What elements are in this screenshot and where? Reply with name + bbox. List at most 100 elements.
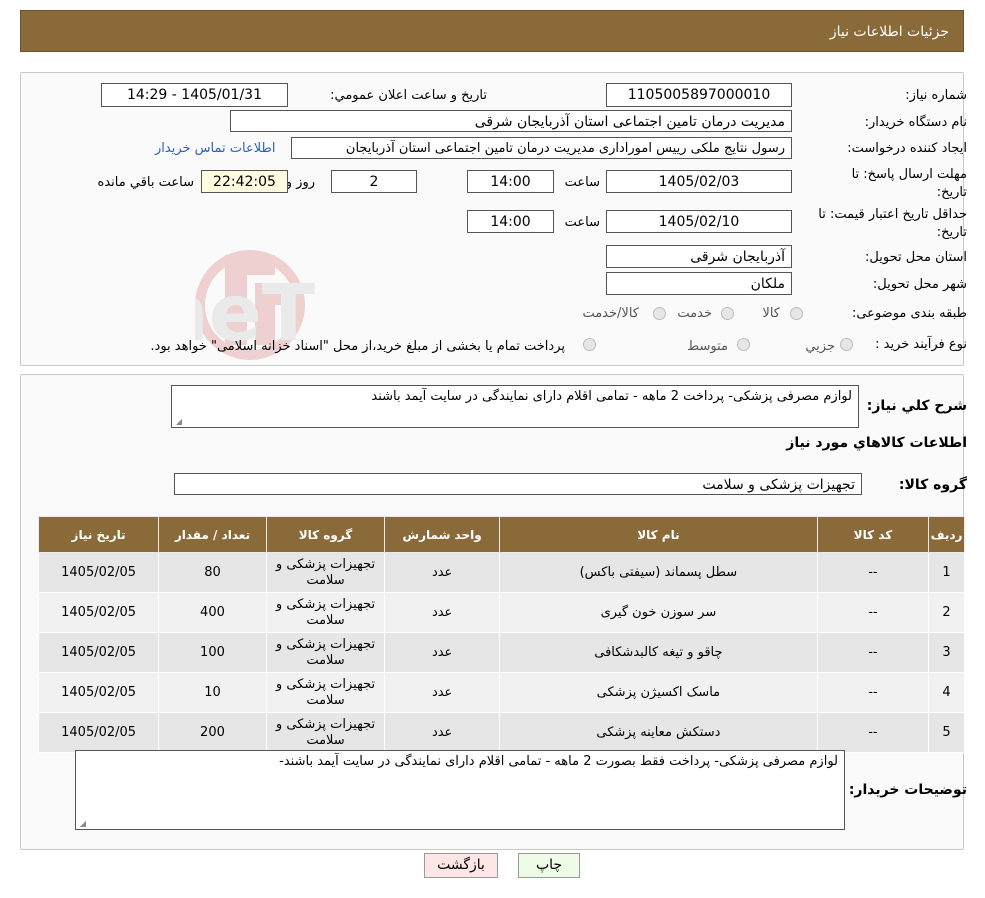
cell-code: -- — [816, 552, 930, 593]
cell-code: -- — [816, 592, 930, 633]
validity-date-field[interactable]: 1405/02/10 — [606, 210, 792, 233]
cell-code: -- — [816, 712, 930, 753]
col-group-header: گروه کالا — [265, 516, 386, 553]
buyer-label: نام دستگاه خريدار: — [864, 115, 967, 130]
page-header: جزئیات اطلاعات نیاز — [20, 10, 964, 52]
table-row: 5 -- دستکش معاینه پزشکی عدد تجهيزات پزشک… — [37, 712, 965, 753]
category-goods-radio[interactable] — [790, 307, 803, 320]
announce-field[interactable]: 1405/01/31 - 14:29 — [101, 83, 288, 107]
cell-group: تجهيزات پزشکی و سلامت — [265, 552, 386, 593]
cell-code: -- — [816, 672, 930, 713]
summary-textarea[interactable]: لوازم مصرفی پزشکی- پرداخت 2 ماهه - تمامی… — [171, 385, 859, 428]
group-label: گروه کالا: — [898, 477, 967, 493]
col-row-header: رديف — [928, 516, 965, 553]
province-field[interactable]: آذربايجان شرقی — [606, 245, 792, 268]
col-unit-header: واحد شمارش — [384, 516, 500, 553]
goods-info-title: اطلاعات کالاهاي مورد نياز — [786, 435, 967, 451]
cell-qty: 80 — [158, 552, 267, 593]
cell-row: 5 — [928, 712, 965, 753]
group-field[interactable]: تجهيزات پزشکی و سلامت — [174, 473, 862, 495]
cell-row: 3 — [928, 632, 965, 673]
table-row: 3 -- چاقو و تیغه کالبدشکافی عدد تجهيزات … — [37, 632, 965, 673]
city-label: شهر محل تحويل: — [872, 277, 967, 292]
cell-group: تجهيزات پزشکی و سلامت — [265, 592, 386, 633]
buyer-notes-label: توضيحات خريدار: — [848, 782, 967, 798]
cell-unit: عدد — [384, 592, 500, 633]
buyer-contact-link[interactable]: اطلاعات تماس خريدار — [155, 140, 275, 157]
validity-label-1: حداقل تاريخ اعتبار قيمت: تا — [818, 207, 967, 222]
cell-unit: عدد — [384, 632, 500, 673]
deadline-time-label: ساعت — [564, 175, 600, 190]
process-medium-radio[interactable] — [737, 338, 750, 351]
remaining-time-field: 22:42:05 — [201, 170, 288, 193]
cell-name: سر سوزن خون گیری — [498, 592, 818, 633]
category-goods-service-label: کالا/خدمت — [582, 306, 639, 321]
table-row: 4 -- ماسک اکسیژن پزشکی عدد تجهيزات پزشکی… — [37, 672, 965, 713]
cell-name: ماسک اکسیژن پزشکی — [498, 672, 818, 713]
cell-qty: 100 — [158, 632, 267, 673]
city-field[interactable]: ملكان — [606, 272, 792, 295]
creator-label: ايجاد کننده درخواست: — [847, 141, 967, 156]
table-header-row: رديف کد کالا نام کالا واحد شمارش گروه کا… — [37, 516, 965, 553]
cell-unit: عدد — [384, 552, 500, 593]
cell-group: تجهيزات پزشکی و سلامت — [265, 632, 386, 673]
category-service-label: خدمت — [677, 306, 712, 321]
cell-date: 1405/02/05 — [37, 592, 160, 633]
deadline-date-field[interactable]: 1405/02/03 — [606, 170, 792, 193]
validity-label-2: تاريخ: — [936, 225, 967, 240]
days-field[interactable]: 2 — [331, 170, 417, 193]
cell-row: 2 — [928, 592, 965, 633]
page-title: جزئیات اطلاعات نیاز — [829, 24, 949, 40]
table-row: 2 -- سر سوزن خون گیری عدد تجهيزات پزشکی … — [37, 592, 965, 633]
col-name-header: نام کالا — [498, 516, 818, 553]
process-minor-radio[interactable] — [840, 338, 853, 351]
need-number-label: شماره نیاز: — [905, 88, 967, 103]
validity-time-label: ساعت — [564, 215, 600, 230]
cell-unit: عدد — [384, 672, 500, 713]
cell-name: سطل پسماند (سیفتی باکس) — [498, 552, 818, 593]
print-button[interactable]: چاپ — [518, 853, 580, 878]
cell-group: تجهيزات پزشکی و سلامت — [265, 712, 386, 753]
back-button[interactable]: بازگشت — [424, 853, 498, 878]
goods-table: رديف کد کالا نام کالا واحد شمارش گروه کا… — [37, 516, 965, 753]
deadline-label-1: مهلت ارسال پاسخ: تا — [851, 167, 967, 182]
category-service-radio[interactable] — [721, 307, 734, 320]
process-medium-label: متوسط — [687, 339, 728, 354]
days-label: روز و — [285, 175, 315, 190]
deadline-time-field[interactable]: 14:00 — [467, 170, 554, 193]
cell-qty: 10 — [158, 672, 267, 713]
col-date-header: تاريخ نياز — [37, 516, 160, 553]
cell-code: -- — [816, 632, 930, 673]
buyer-field[interactable]: مديريت درمان تامين اجتماعی استان آذربايج… — [230, 110, 792, 132]
cell-date: 1405/02/05 — [37, 632, 160, 673]
buyer-notes-textarea[interactable]: لوازم مصرفی پزشکی- پرداخت فقط بصورت 2 ما… — [75, 750, 845, 830]
cell-date: 1405/02/05 — [37, 672, 160, 713]
process-note: پرداخت تمام يا بخشی از مبلغ خريد،از محل … — [150, 339, 565, 354]
need-number-field[interactable]: 1105005897000010 — [606, 83, 792, 107]
cell-qty: 200 — [158, 712, 267, 753]
category-label: طبقه بندی موضوعی: — [851, 306, 967, 321]
announce-label: تاریخ و ساعت اعلان عمومي: — [330, 88, 487, 103]
process-label: نوع فرآيند خريد : — [875, 337, 967, 352]
cell-date: 1405/02/05 — [37, 712, 160, 753]
col-qty-header: تعداد / مقدار — [158, 516, 267, 553]
cell-qty: 400 — [158, 592, 267, 633]
category-goods-service-radio[interactable] — [653, 307, 666, 320]
cell-name: دستکش معاینه پزشکی — [498, 712, 818, 753]
col-code-header: کد کالا — [816, 516, 930, 553]
creator-field[interactable]: رسول نتايج ملكی رييس امورادارى مديريت در… — [291, 137, 792, 159]
cell-row: 4 — [928, 672, 965, 713]
buyer-notes-resize-handle[interactable]: ◢ — [78, 820, 86, 828]
cell-name: چاقو و تیغه کالبدشکافی — [498, 632, 818, 673]
summary-label: شرح کلي نياز: — [866, 398, 967, 414]
remaining-label: ساعت باقي مانده — [97, 175, 194, 190]
process-minor-label: جزيي — [805, 339, 835, 354]
cell-date: 1405/02/05 — [37, 552, 160, 593]
cell-group: تجهيزات پزشکی و سلامت — [265, 672, 386, 713]
cell-row: 1 — [928, 552, 965, 593]
summary-resize-handle[interactable]: ◢ — [174, 418, 182, 426]
cell-unit: عدد — [384, 712, 500, 753]
province-label: استان محل تحويل: — [865, 250, 967, 265]
validity-time-field[interactable]: 14:00 — [467, 210, 554, 233]
process-treasury-radio[interactable] — [583, 338, 596, 351]
